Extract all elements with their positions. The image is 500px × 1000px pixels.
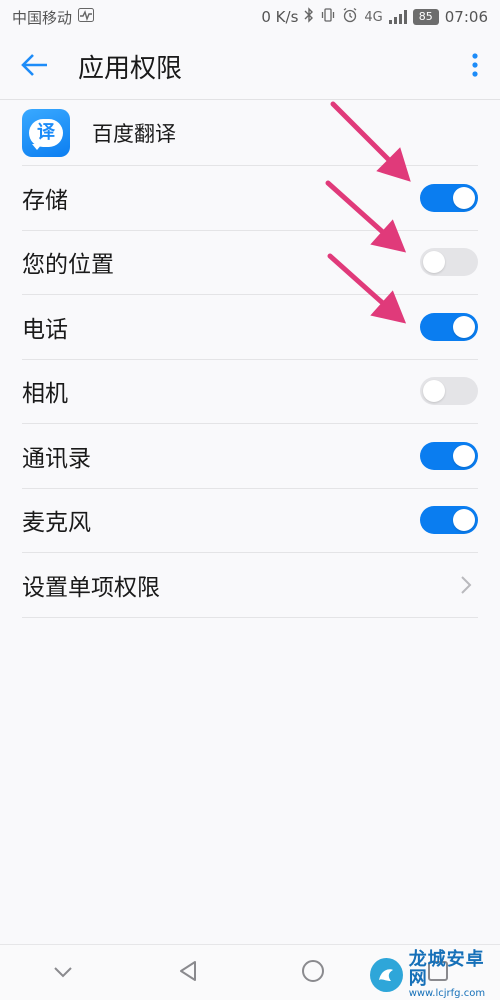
app-bar: 应用权限 (0, 34, 500, 100)
watermark: 龙城安卓网 www.lcjrfg.com (370, 950, 500, 998)
location-toggle[interactable] (420, 248, 478, 277)
watermark-url: www.lcjrfg.com (408, 987, 486, 999)
app-icon-glyph: 译 (29, 118, 63, 147)
watermark-title: 龙城安卓网 (408, 948, 485, 989)
permission-row-storage[interactable]: 存储 (22, 166, 478, 231)
permission-row-microphone[interactable]: 麦克风 (22, 489, 478, 553)
permission-row-camera[interactable]: 相机 (22, 360, 478, 424)
clock: 07:06 (444, 8, 488, 26)
home-circle-icon (301, 959, 325, 987)
permission-row-phone[interactable]: 电话 (22, 295, 478, 360)
back-arrow-icon (20, 52, 50, 82)
activity-icon (78, 8, 95, 26)
hide-nav-button[interactable] (35, 945, 91, 1000)
permission-list: 存储 您的位置 电话 相机 通讯录 麦克风 设置单项权限 (22, 166, 478, 618)
signal-icon (388, 10, 407, 24)
bluetooth-icon (304, 7, 314, 27)
permission-label: 电话 (22, 316, 68, 343)
baidu-translate-app-icon: 译 (22, 108, 70, 157)
net-speed: 0 K/s (261, 8, 299, 26)
back-button[interactable] (0, 34, 70, 100)
watermark-logo-icon (370, 958, 403, 992)
chevron-down-icon (53, 963, 73, 982)
storage-toggle[interactable] (420, 183, 478, 212)
microphone-toggle[interactable] (420, 506, 478, 535)
single-permission-settings-row[interactable]: 设置单项权限 (22, 553, 478, 618)
more-options-button[interactable] (450, 34, 500, 100)
app-name: 百度翻译 (92, 121, 176, 146)
back-triangle-icon (178, 960, 198, 986)
carrier-label: 中国移动 (12, 8, 73, 27)
nav-back-button[interactable] (160, 945, 216, 1000)
permission-label: 相机 (22, 381, 68, 408)
permission-label: 通讯录 (22, 445, 91, 472)
nav-home-button[interactable] (285, 945, 341, 1000)
vibrate-icon (320, 7, 336, 27)
single-permission-label: 设置单项权限 (22, 574, 160, 601)
app-info-row: 译 百度翻译 (22, 100, 478, 166)
permission-label: 麦克风 (22, 510, 91, 537)
permission-row-contacts[interactable]: 通讯录 (22, 424, 478, 489)
status-bar: 中国移动 0 K/s 4G 85 07:06 (0, 0, 500, 34)
battery-icon: 85 (412, 9, 439, 25)
chevron-right-icon (454, 573, 478, 597)
permission-label: 存储 (22, 187, 68, 214)
phone-toggle[interactable] (420, 312, 478, 341)
more-vert-icon (472, 52, 478, 82)
alarm-icon (342, 7, 358, 27)
network-type: 4G (364, 9, 383, 25)
page-title: 应用权限 (78, 54, 183, 84)
permission-label: 您的位置 (22, 252, 114, 279)
permission-row-location[interactable]: 您的位置 (22, 231, 478, 295)
camera-toggle[interactable] (420, 377, 478, 406)
contacts-toggle[interactable] (420, 441, 478, 470)
